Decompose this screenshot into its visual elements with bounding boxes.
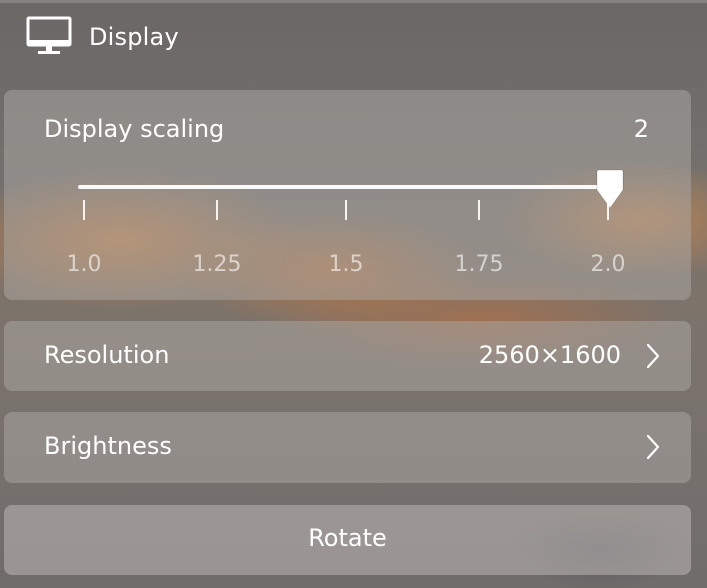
slider-tick-label: 1.5 [328, 252, 364, 277]
brightness-label: Brightness [44, 432, 172, 460]
slider-tick-label: 2.0 [590, 252, 626, 277]
chevron-right-icon [645, 434, 661, 460]
resolution-label: Resolution [44, 341, 170, 369]
scaling-slider-thumb[interactable] [595, 168, 625, 212]
monitor-icon [26, 16, 72, 58]
display-scaling-value: 2 [633, 115, 649, 143]
panel-top-edge [0, 0, 707, 3]
display-scaling-card: Display scaling 2 1.0 1.25 1.5 1.75 2.0 [4, 90, 691, 300]
slider-tick [345, 200, 347, 220]
rotate-button[interactable]: Rotate [4, 505, 691, 575]
slider-tick [216, 200, 218, 220]
section-title: Display [89, 23, 179, 51]
slider-tick-label: 1.0 [66, 252, 102, 277]
slider-tick [607, 200, 609, 220]
slider-tick [478, 200, 480, 220]
resolution-value: 2560×1600 [478, 341, 621, 369]
display-section-header: Display [26, 16, 179, 58]
display-scaling-label: Display scaling [44, 115, 225, 143]
slider-tick-label: 1.25 [192, 252, 242, 277]
slider-tick-label: 1.75 [454, 252, 504, 277]
slider-tick [83, 200, 85, 220]
chevron-right-icon [645, 343, 661, 369]
rotate-button-label: Rotate [308, 524, 387, 552]
brightness-row[interactable]: Brightness [4, 412, 691, 483]
resolution-row[interactable]: Resolution 2560×1600 [4, 321, 691, 391]
scaling-slider-track[interactable] [78, 185, 608, 189]
